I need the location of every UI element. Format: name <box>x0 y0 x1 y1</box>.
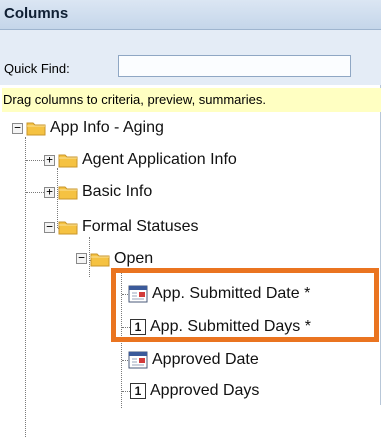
tree-node-label: Basic Info <box>82 183 153 200</box>
column-approved-date[interactable]: Approved Date <box>128 347 259 373</box>
quick-find-label: Quick Find: <box>4 61 70 76</box>
tree-node-agent-application-info[interactable]: Agent Application Info <box>58 147 237 173</box>
highlight-box <box>111 268 379 342</box>
expand-toggle[interactable]: + <box>44 186 55 198</box>
collapse-toggle[interactable]: − <box>44 221 55 233</box>
expand-toggle[interactable]: + <box>44 154 55 166</box>
tree-node-basic-info[interactable]: Basic Info <box>58 179 152 205</box>
panel-header: Columns <box>0 0 381 30</box>
tree-node-label: Approved Date <box>152 351 259 368</box>
tree-node-label: Open <box>114 250 154 267</box>
folder-icon <box>58 154 78 168</box>
calendar-icon <box>128 351 148 369</box>
column-approved-days[interactable]: 1 Approved Days <box>130 378 259 404</box>
tree-guide <box>26 160 44 161</box>
tree-node-label: App Info - Aging <box>50 119 164 136</box>
tree-node-formal-statuses[interactable]: Formal Statuses <box>58 214 198 240</box>
tree-node-label: Approved Days <box>150 382 260 399</box>
collapse-toggle[interactable]: − <box>12 122 23 134</box>
panel-title: Columns <box>4 5 69 22</box>
number-icon: 1 <box>130 383 146 399</box>
drag-hint: Drag columns to criteria, preview, summa… <box>2 88 381 112</box>
tree-guide <box>26 192 44 193</box>
tree-node-label: Formal Statuses <box>82 218 199 235</box>
folder-icon <box>26 122 46 136</box>
tree-guide <box>25 137 26 437</box>
folder-icon <box>58 186 78 200</box>
folder-icon <box>90 253 110 267</box>
tree-node-app-info-aging[interactable]: App Info - Aging <box>26 115 164 141</box>
columns-panel: Columns Quick Find: Drag columns to crit… <box>0 0 381 437</box>
tree-node-label: Agent Application Info <box>82 151 237 168</box>
folder-icon <box>58 221 78 235</box>
collapse-toggle[interactable]: − <box>76 252 87 264</box>
quick-find-input[interactable] <box>118 55 351 77</box>
